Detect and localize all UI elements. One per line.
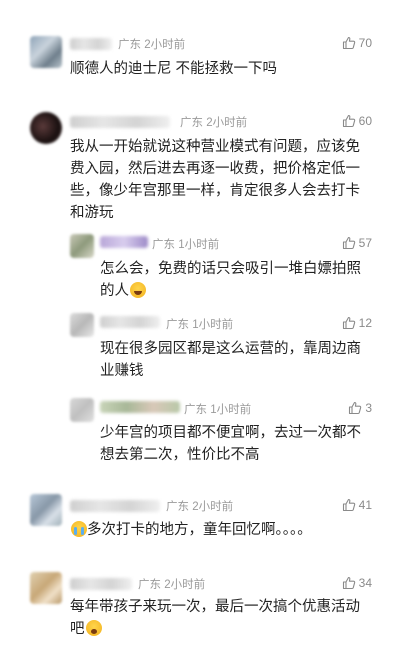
comment-text: 少年宫的项目都不便宜啊，去过一次都不想去第二次，性价比不高 [100,425,361,463]
comment-text: 每年带孩子来玩一次，最后一次搞个优惠活动吧 [70,596,374,640]
shocked-emoji-icon [85,620,102,636]
like-button[interactable]: 34 [342,576,372,590]
avatar[interactable] [70,313,94,337]
comment-meta: 广东 2小时前 [180,114,247,130]
location-label: 广东 [166,501,189,513]
timestamp: 2小时前 [144,39,186,51]
timestamp: 1小时前 [178,239,220,251]
comment-text: 多次打卡的地方，童年回忆啊。。。。 [70,519,374,541]
comment-text: 顺德人的迪士尼 不能拯救一下吗 [70,61,278,77]
timestamp: 1小时前 [192,319,234,331]
like-count: 70 [358,36,372,50]
comment-meta: 广东 2小时前 [118,36,185,52]
laugh-emoji-icon [130,282,146,298]
timestamp: 2小时前 [206,117,248,129]
location-label: 广东 [152,239,175,251]
username-blurred[interactable] [70,578,132,590]
avatar[interactable] [30,494,62,526]
comment-meta: 广东 2小时前 [166,498,233,514]
thumbs-up-icon [349,401,362,415]
comment-body: 多次打卡的地方，童年回忆啊。。。。 [87,522,312,538]
thumbs-up-icon [342,114,355,128]
like-count: 12 [358,316,372,330]
thumbs-up-icon [342,576,355,590]
crying-emoji-icon [71,521,87,537]
avatar[interactable] [70,234,94,258]
timestamp: 2小时前 [192,501,234,513]
like-button[interactable]: 60 [342,114,372,128]
comment-text: 我从一开始就说这种营业模式有问题，应该免费入园，然后进去再逐一收费，把价格定低一… [70,139,360,221]
like-count: 41 [358,498,372,512]
timestamp: 1小时前 [210,404,252,416]
location-label: 广东 [166,319,189,331]
comment-meta: 广东 1小时前 [184,401,251,417]
comment-meta: 广东 1小时前 [152,236,219,252]
location-label: 广东 [118,39,141,51]
thumbs-up-icon [342,498,355,512]
location-label: 广东 [138,579,161,591]
comment-meta: 广东 2小时前 [138,576,205,592]
like-count: 3 [365,401,372,415]
location-label: 广东 [184,404,207,416]
location-label: 广东 [180,117,203,129]
comment-text: 怎么会，免费的话只会吸引一堆白嫖拍照的人 [100,258,374,302]
like-button[interactable]: 12 [342,316,372,330]
comment-text: 现在很多园区都是这么运营的，靠周边商业赚钱 [100,341,361,379]
timestamp: 2小时前 [164,579,206,591]
like-count: 34 [358,576,372,590]
like-button[interactable]: 41 [342,498,372,512]
username-blurred[interactable] [70,116,170,128]
like-count: 60 [358,114,372,128]
like-button[interactable]: 3 [348,401,372,415]
like-button[interactable]: 57 [342,236,372,250]
thumbs-up-icon [342,236,355,250]
username-blurred[interactable] [100,236,148,248]
like-count: 57 [358,236,372,250]
username-blurred[interactable] [100,316,160,328]
avatar[interactable] [70,398,94,422]
avatar[interactable] [30,572,62,604]
thumbs-up-icon [342,36,355,50]
thumbs-up-icon [342,316,355,330]
avatar[interactable] [30,112,62,144]
like-button[interactable]: 70 [342,36,372,50]
comment-body: 每年带孩子来玩一次，最后一次搞个优惠活动吧 [70,599,360,637]
username-blurred[interactable] [100,401,180,413]
username-blurred[interactable] [70,500,160,512]
avatar[interactable] [30,36,62,68]
comment-meta: 广东 1小时前 [166,316,233,332]
username-blurred[interactable] [70,38,112,50]
